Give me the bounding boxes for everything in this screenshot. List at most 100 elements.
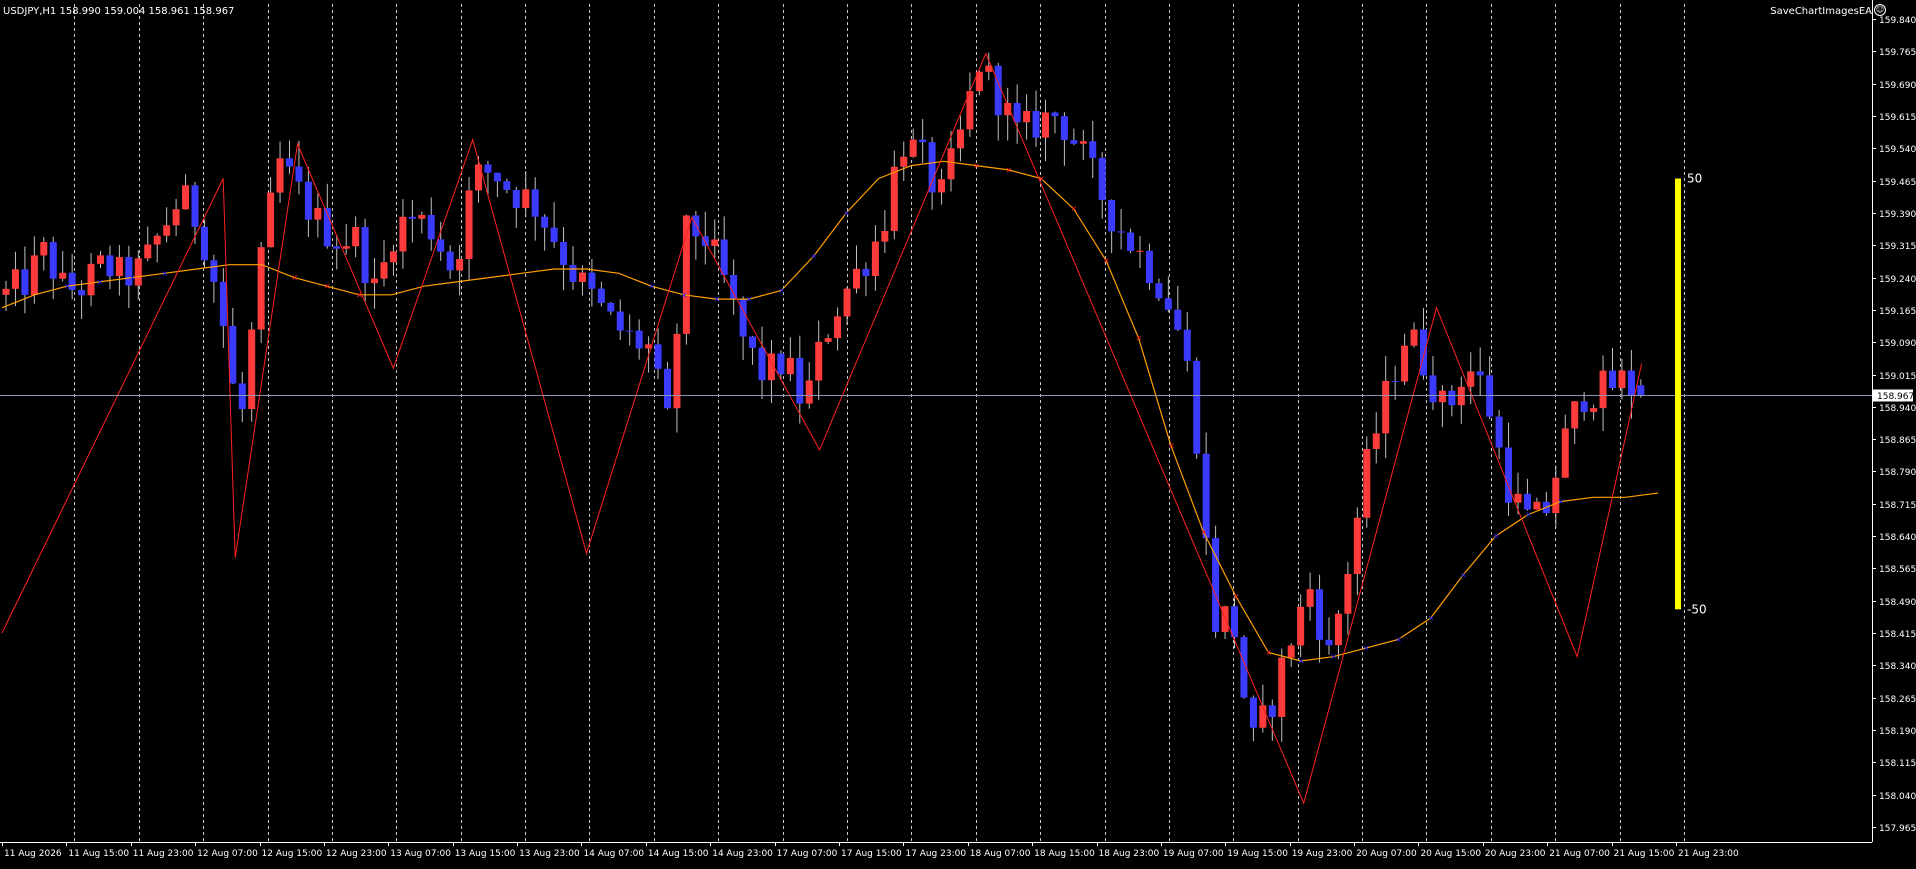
candle[interactable] — [578, 272, 586, 282]
candle[interactable] — [1221, 606, 1229, 632]
candle[interactable] — [607, 302, 615, 312]
candle[interactable] — [219, 281, 227, 326]
candle[interactable] — [616, 311, 624, 331]
candle[interactable] — [938, 179, 946, 193]
candle[interactable] — [465, 190, 473, 260]
candle[interactable] — [314, 207, 322, 220]
candle[interactable] — [635, 330, 643, 349]
candle[interactable] — [1042, 112, 1049, 138]
candle[interactable] — [210, 260, 218, 282]
candle[interactable] — [21, 269, 29, 295]
candle[interactable] — [1467, 371, 1475, 387]
candle[interactable] — [1108, 200, 1116, 232]
candle[interactable] — [493, 172, 501, 182]
candle[interactable] — [30, 255, 38, 295]
candle[interactable] — [531, 189, 539, 217]
candle[interactable] — [352, 226, 360, 247]
candle[interactable] — [550, 227, 558, 243]
candle[interactable] — [248, 329, 256, 410]
candle[interactable] — [1193, 360, 1201, 454]
candle[interactable] — [1117, 231, 1125, 233]
candle[interactable] — [456, 259, 464, 271]
candle[interactable] — [1618, 370, 1626, 389]
candle[interactable] — [286, 158, 293, 167]
candle[interactable] — [1429, 375, 1437, 403]
candle[interactable] — [87, 263, 95, 296]
price-chart[interactable]: 159.840 159.765 159.690 159.615 159.540 159.4… — [0, 0, 1916, 865]
candle[interactable] — [115, 257, 123, 277]
candle[interactable] — [862, 268, 870, 277]
candle[interactable] — [928, 142, 936, 193]
candle[interactable] — [560, 242, 568, 266]
candle[interactable] — [342, 246, 350, 249]
candle[interactable] — [796, 357, 804, 404]
candle[interactable] — [361, 226, 369, 284]
candle[interactable] — [1571, 401, 1579, 429]
candle[interactable] — [1278, 657, 1286, 717]
candle[interactable] — [182, 185, 190, 210]
candle[interactable] — [1249, 697, 1257, 728]
candle[interactable] — [1174, 309, 1182, 330]
candle[interactable] — [1363, 448, 1371, 518]
candle[interactable] — [276, 158, 284, 193]
candle[interactable] — [59, 272, 67, 279]
candle[interactable] — [1202, 453, 1210, 539]
candle[interactable] — [238, 383, 246, 410]
candle[interactable] — [664, 368, 671, 409]
candle[interactable] — [1060, 116, 1068, 141]
candle[interactable] — [522, 189, 530, 208]
candle[interactable] — [163, 225, 171, 236]
candle[interactable] — [1448, 390, 1456, 406]
candle[interactable] — [418, 214, 426, 219]
candle[interactable] — [1306, 589, 1314, 607]
candle[interactable] — [1145, 250, 1153, 284]
candle[interactable] — [626, 330, 634, 332]
candle[interactable] — [1316, 589, 1324, 640]
candle[interactable] — [720, 239, 728, 275]
candle[interactable] — [1070, 140, 1078, 144]
candle[interactable] — [1013, 103, 1021, 123]
candle[interactable] — [541, 216, 549, 228]
candle[interactable] — [692, 215, 700, 237]
candle[interactable] — [881, 230, 889, 242]
candle[interactable] — [1259, 705, 1267, 728]
candle[interactable] — [597, 288, 605, 303]
candle[interactable] — [1627, 370, 1635, 396]
candle[interactable] — [144, 244, 152, 259]
candle[interactable] — [994, 65, 1002, 116]
candle[interactable] — [1599, 370, 1607, 409]
expert-advisor-name[interactable]: SaveChartImagesEA — [1770, 6, 1872, 17]
candle[interactable] — [399, 216, 407, 252]
candle[interactable] — [730, 274, 738, 299]
candle[interactable] — [834, 316, 842, 339]
candle[interactable] — [1334, 613, 1342, 646]
candle[interactable] — [153, 235, 161, 245]
candle[interactable] — [805, 380, 813, 404]
candle[interactable] — [1287, 645, 1295, 658]
candle[interactable] — [890, 166, 898, 231]
candle[interactable] — [78, 289, 86, 296]
candle[interactable] — [380, 262, 388, 279]
candle[interactable] — [371, 278, 379, 284]
candle[interactable] — [1079, 141, 1087, 144]
candle[interactable] — [172, 209, 180, 226]
candle[interactable] — [815, 341, 823, 381]
candle[interactable] — [853, 268, 860, 289]
candle[interactable] — [1231, 606, 1238, 638]
candle[interactable] — [1401, 345, 1409, 382]
candle[interactable] — [49, 242, 57, 279]
candle[interactable] — [711, 239, 719, 246]
candle[interactable] — [1410, 329, 1418, 346]
candle[interactable] — [1023, 111, 1031, 123]
candle[interactable] — [408, 216, 416, 219]
candle[interactable] — [1136, 250, 1144, 252]
candle[interactable] — [1590, 408, 1598, 412]
candle[interactable] — [134, 258, 142, 286]
candle[interactable] — [1561, 428, 1569, 478]
candle[interactable] — [588, 272, 596, 289]
candle[interactable] — [40, 242, 48, 256]
candle[interactable] — [1533, 501, 1541, 510]
candle[interactable] — [1476, 371, 1484, 376]
candle[interactable] — [900, 156, 908, 167]
candle[interactable] — [1051, 112, 1059, 117]
